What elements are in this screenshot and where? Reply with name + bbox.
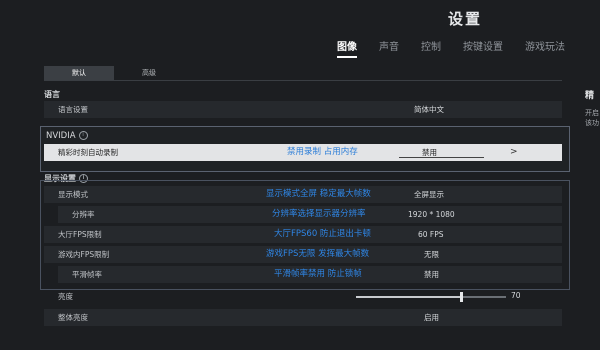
tab-graphics[interactable]: 图像 (337, 38, 357, 58)
subtab-divider (44, 80, 562, 81)
ingame-fps-row[interactable]: 游戏内FPS限制 游戏FPS无限 发挥最大帧数 无限 (44, 246, 562, 263)
value-underline (399, 157, 484, 158)
section-language: 语言 (44, 90, 60, 99)
highlights-auto-record-row[interactable]: 精彩时刻自动录制 禁用录制 占用内存 禁用 > (44, 144, 562, 161)
ingame-fps-value[interactable]: 无限 (424, 246, 439, 263)
language-setting-label: 语言设置 (58, 105, 88, 114)
brightness-slider[interactable] (356, 292, 506, 302)
settings-title: 设置 (448, 10, 483, 28)
smooth-framerate-row[interactable]: 平滑帧率 平滑帧率禁用 防止锁帧 禁用 (58, 266, 562, 283)
tab-gameplay[interactable]: 游戏玩法 (525, 38, 565, 58)
brightness-slider-fill (356, 296, 461, 298)
brightness-row: 亮度 (44, 288, 344, 305)
nvidia-title: NVIDIA i (46, 131, 88, 141)
language-setting-row[interactable]: 语言设置 简体中文 (44, 101, 562, 118)
highlights-annotation: 禁用录制 占用内存 (287, 147, 358, 157)
highlights-label: 精彩时刻自动录制 (58, 148, 118, 157)
info-icon[interactable]: i (78, 131, 88, 140)
display-mode-row[interactable]: 显示模式 显示模式全屏 稳定最大帧数 全屏显示 (44, 186, 562, 203)
tab-keybinds[interactable]: 按键设置 (463, 38, 503, 58)
display-mode-value[interactable]: 全屏显示 (414, 186, 444, 203)
chevron-right-icon[interactable]: > (510, 144, 518, 161)
display-mode-label: 显示模式 (58, 190, 88, 199)
subtab-default[interactable]: 默认 (44, 66, 114, 80)
subtab-advanced[interactable]: 高级 (114, 66, 184, 80)
brightness-label: 亮度 (58, 292, 73, 301)
lobby-fps-value[interactable]: 60 FPS (418, 226, 444, 243)
smooth-framerate-label: 平滑帧率 (72, 270, 102, 279)
resolution-label: 分辨率 (72, 210, 95, 219)
top-tabs: 图像 声音 控制 按键设置 游戏玩法 (337, 38, 587, 58)
lobby-fps-annotation: 大厅FPS60 防止退出卡顿 (274, 229, 371, 239)
smooth-framerate-value[interactable]: 禁用 (424, 266, 439, 283)
tab-controls[interactable]: 控制 (421, 38, 441, 58)
lobby-fps-label: 大厅FPS限制 (58, 230, 102, 239)
sub-tabs: 默认 高级 (44, 66, 184, 80)
resolution-annotation: 分辨率选择显示器分辨率 (272, 209, 366, 219)
resolution-row[interactable]: 分辨率 分辨率选择显示器分辨率 1920 * 1080 (58, 206, 562, 223)
lobby-fps-row[interactable]: 大厅FPS限制 大厅FPS60 防止退出卡顿 60 FPS (44, 226, 562, 243)
tab-sound[interactable]: 声音 (379, 38, 399, 58)
smooth-framerate-annotation: 平滑帧率禁用 防止锁帧 (274, 269, 362, 279)
resolution-value[interactable]: 1920 * 1080 (408, 206, 455, 223)
display-mode-annotation: 显示模式全屏 稳定最大帧数 (266, 189, 371, 199)
nvidia-title-text: NVIDIA (46, 131, 76, 141)
ingame-fps-annotation: 游戏FPS无限 发挥最大帧数 (266, 249, 370, 259)
highlights-value[interactable]: 禁用 (422, 144, 437, 161)
language-value[interactable]: 简体中文 (414, 101, 444, 118)
overall-brightness-row[interactable]: 整体亮度 启用 (44, 309, 562, 326)
ingame-fps-label: 游戏内FPS限制 (58, 250, 110, 259)
overall-brightness-label: 整体亮度 (58, 313, 88, 322)
brightness-value: 70 (511, 291, 521, 300)
brightness-slider-handle[interactable] (460, 292, 463, 302)
right-panel-title: 精 (585, 91, 595, 101)
right-panel-line-2: 该功 (585, 119, 599, 127)
overall-brightness-value[interactable]: 启用 (424, 309, 439, 326)
right-panel-line-1: 开启 (585, 109, 599, 117)
